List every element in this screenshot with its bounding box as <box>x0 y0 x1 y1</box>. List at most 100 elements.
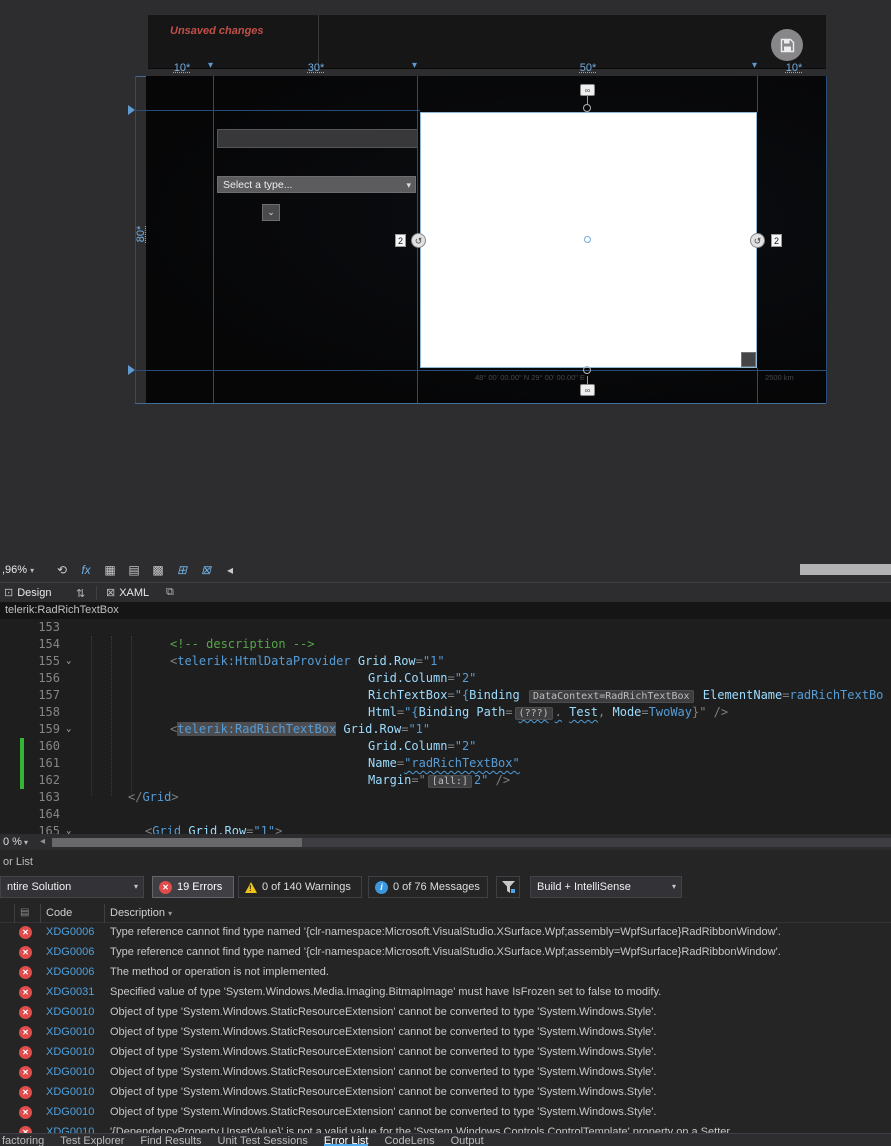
code-line[interactable]: 158 Html="{Binding Path= (???). Test, Mode… <box>0 704 891 721</box>
error-row[interactable]: ✕ XDG0006 The method or operation is not i… <box>0 963 891 983</box>
error-row[interactable]: ✕ XDG0010 Object of type 'System.Windows.S… <box>0 1063 891 1083</box>
code-line[interactable]: 156 Grid.Column="2" <box>0 670 891 687</box>
error-code-link[interactable]: XDG0010 <box>46 1026 94 1038</box>
code-line[interactable]: 165 ⌄ <Grid Grid.Row="1"> <box>0 823 891 834</box>
line-number: 164 <box>38 807 60 821</box>
code-line[interactable]: 164 <box>0 806 891 823</box>
panel-tab-error-list[interactable]: Error List <box>324 1134 369 1146</box>
code-line[interactable]: 153 <box>0 619 891 636</box>
error-row[interactable]: ✕ XDG0031 Specified value of type 'System.… <box>0 983 891 1003</box>
margin-anchor-bottom-icon[interactable]: ∞ <box>580 384 595 396</box>
grid-column-header[interactable]: 50* <box>574 62 602 74</box>
snaplines-icon[interactable]: ⊞ <box>172 561 192 579</box>
breadcrumb[interactable]: telerik:RadRichTextBox <box>0 602 891 619</box>
error-row[interactable]: ✕ XDG0006 Type reference cannot find type … <box>0 923 891 943</box>
fold-chevron-icon[interactable]: ⌄ <box>66 653 71 670</box>
error-row[interactable]: ✕ XDG0010 Object of type 'System.Windows.S… <box>0 1003 891 1023</box>
panel-tab-factoring[interactable]: factoring <box>2 1134 44 1146</box>
fold-chevron-icon[interactable]: ⌄ <box>66 721 71 738</box>
margin-anchor-top-icon[interactable]: ∞ <box>580 84 595 96</box>
error-row[interactable]: ✕ XDG0010 Object of type 'System.Windows.S… <box>0 1043 891 1063</box>
panel-tab-output[interactable]: Output <box>451 1134 484 1146</box>
margin-chain-right-icon[interactable]: ↺ <box>750 233 765 248</box>
error-icon: ✕ <box>19 1046 32 1059</box>
panel-tab-test-explorer[interactable]: Test Explorer <box>60 1134 124 1146</box>
error-code-link[interactable]: XDG0031 <box>46 986 94 998</box>
description-column-header[interactable]: Description ▾ <box>110 907 172 919</box>
editor-horizontal-scrollbar-thumb[interactable] <box>52 838 302 847</box>
resize-grip[interactable] <box>741 352 756 367</box>
anchor-toggle-top-icon[interactable] <box>583 104 591 112</box>
dropdown-button[interactable]: ⌄ <box>262 204 280 221</box>
show-grid-icon[interactable]: ▦ <box>100 561 120 579</box>
error-code-link[interactable]: XDG0010 <box>46 1046 94 1058</box>
error-row[interactable]: ✕ XDG0010 Object of type 'System.Windows.S… <box>0 1103 891 1123</box>
transparency-grid-icon[interactable]: ▩ <box>148 561 168 579</box>
swap-panes-icon[interactable]: ⇅ <box>76 587 85 600</box>
filter-button[interactable] <box>496 876 520 898</box>
grid-column-header[interactable]: 10* <box>168 62 196 74</box>
errors-filter-button[interactable]: ✕ 19 Errors <box>152 876 234 898</box>
token-val: "2" <box>454 739 477 753</box>
scope-dropdown[interactable]: ntire Solution ▾ <box>0 876 144 898</box>
grid-column-header[interactable]: 10* <box>780 62 808 74</box>
breadcrumb-path: telerik:RadRichTextBox <box>5 604 119 616</box>
panel-tab-codelens[interactable]: CodeLens <box>384 1134 434 1146</box>
error-row[interactable]: ✕ XDG0010 Object of type 'System.Windows.S… <box>0 1023 891 1043</box>
token-punct: = <box>447 671 455 685</box>
error-code-link[interactable]: XDG0006 <box>46 946 94 958</box>
code-line[interactable]: 161 Name="radRichTextBox" <box>0 755 891 772</box>
fold-chevron-icon[interactable]: ⌄ <box>66 823 71 834</box>
code-line[interactable]: 157 RichTextBox="{Binding DataContext=Rad… <box>0 687 891 704</box>
scroll-left-icon[interactable]: ◂ <box>40 836 45 847</box>
severity-column-icon[interactable]: ▤ <box>20 907 29 918</box>
column-splitter-icon[interactable]: ▾ <box>208 60 213 71</box>
error-code-link[interactable]: XDG0010 <box>46 1006 94 1018</box>
token-val: "2" <box>454 671 477 685</box>
code-line[interactable]: 163 </Grid> <box>0 789 891 806</box>
editor-zoom-combo[interactable]: 0 % ▾ <box>3 836 28 848</box>
panel-tab-find-results[interactable]: Find Results <box>140 1134 201 1146</box>
code-line[interactable]: 159 ⌄ <telerik:RadRichTextBox Grid.Row="1" <box>0 721 891 738</box>
column-splitter-icon[interactable]: ▾ <box>752 60 757 71</box>
error-code-link[interactable]: XDG0006 <box>46 966 94 978</box>
error-code-link[interactable]: XDG0010 <box>46 1106 94 1118</box>
margin-badge-left[interactable]: 2 <box>395 234 406 247</box>
type-combobox[interactable]: Select a type... ▾ <box>217 176 416 193</box>
collapse-arrow-icon[interactable]: ◂ <box>220 561 240 579</box>
code-line[interactable]: 162 Margin=" [all:] 2" /> <box>0 772 891 789</box>
snap-grid-icon[interactable]: ▤ <box>124 561 144 579</box>
effects-fx-icon[interactable]: fx <box>76 561 96 579</box>
xaml-editor[interactable]: 153 154 <!-- description --> 155 ⌄ <telerik:H… <box>0 619 891 834</box>
code-line[interactable]: 154 <!-- description --> <box>0 636 891 653</box>
error-row[interactable]: ✕ XDG0006 Type reference cannot find type … <box>0 943 891 963</box>
column-splitter-icon[interactable]: ▾ <box>412 60 417 71</box>
popout-icon[interactable]: ⧉ <box>166 586 174 599</box>
textbox-control[interactable] <box>217 129 418 148</box>
refresh-icon[interactable]: ⟲ <box>52 561 72 579</box>
designer-horizontal-scrollbar[interactable] <box>800 564 891 575</box>
code-column-header[interactable]: Code <box>46 907 72 919</box>
code-line[interactable]: 155 ⌄ <telerik:HtmlDataProvider Grid.Row="… <box>0 653 891 670</box>
render-options-icon[interactable]: ⊠ <box>196 561 216 579</box>
error-code-link[interactable]: XDG0010 <box>46 1086 94 1098</box>
margin-chain-left-icon[interactable]: ↺ <box>411 233 426 248</box>
panel-tab-unit-test-sessions[interactable]: Unit Test Sessions <box>218 1134 308 1146</box>
grid-column-header[interactable]: 30* <box>302 62 330 74</box>
tab-design[interactable]: ⊡ Design <box>4 586 51 600</box>
source-filter-dropdown[interactable]: Build + IntelliSense ▾ <box>530 876 682 898</box>
error-code-link[interactable]: XDG0006 <box>46 926 94 938</box>
tab-xaml[interactable]: ⊠ XAML <box>106 586 149 600</box>
warnings-filter-button[interactable]: 0 of 140 Warnings <box>238 876 362 898</box>
line-number: 159 <box>38 722 60 736</box>
code-text: <!-- description --> <box>90 636 315 653</box>
error-row[interactable]: ✕ XDG0010 Object of type 'System.Windows.S… <box>0 1083 891 1103</box>
code-line[interactable]: 160 Grid.Column="2" <box>0 738 891 755</box>
grid-row-header[interactable]: 80* <box>135 219 147 249</box>
messages-filter-button[interactable]: i 0 of 76 Messages <box>368 876 488 898</box>
error-code-link[interactable]: XDG0010 <box>46 1066 94 1078</box>
zoom-combo[interactable]: ,96% ▾ <box>2 564 34 576</box>
margin-badge-right[interactable]: 2 <box>771 234 782 247</box>
save-icon[interactable] <box>771 29 803 61</box>
